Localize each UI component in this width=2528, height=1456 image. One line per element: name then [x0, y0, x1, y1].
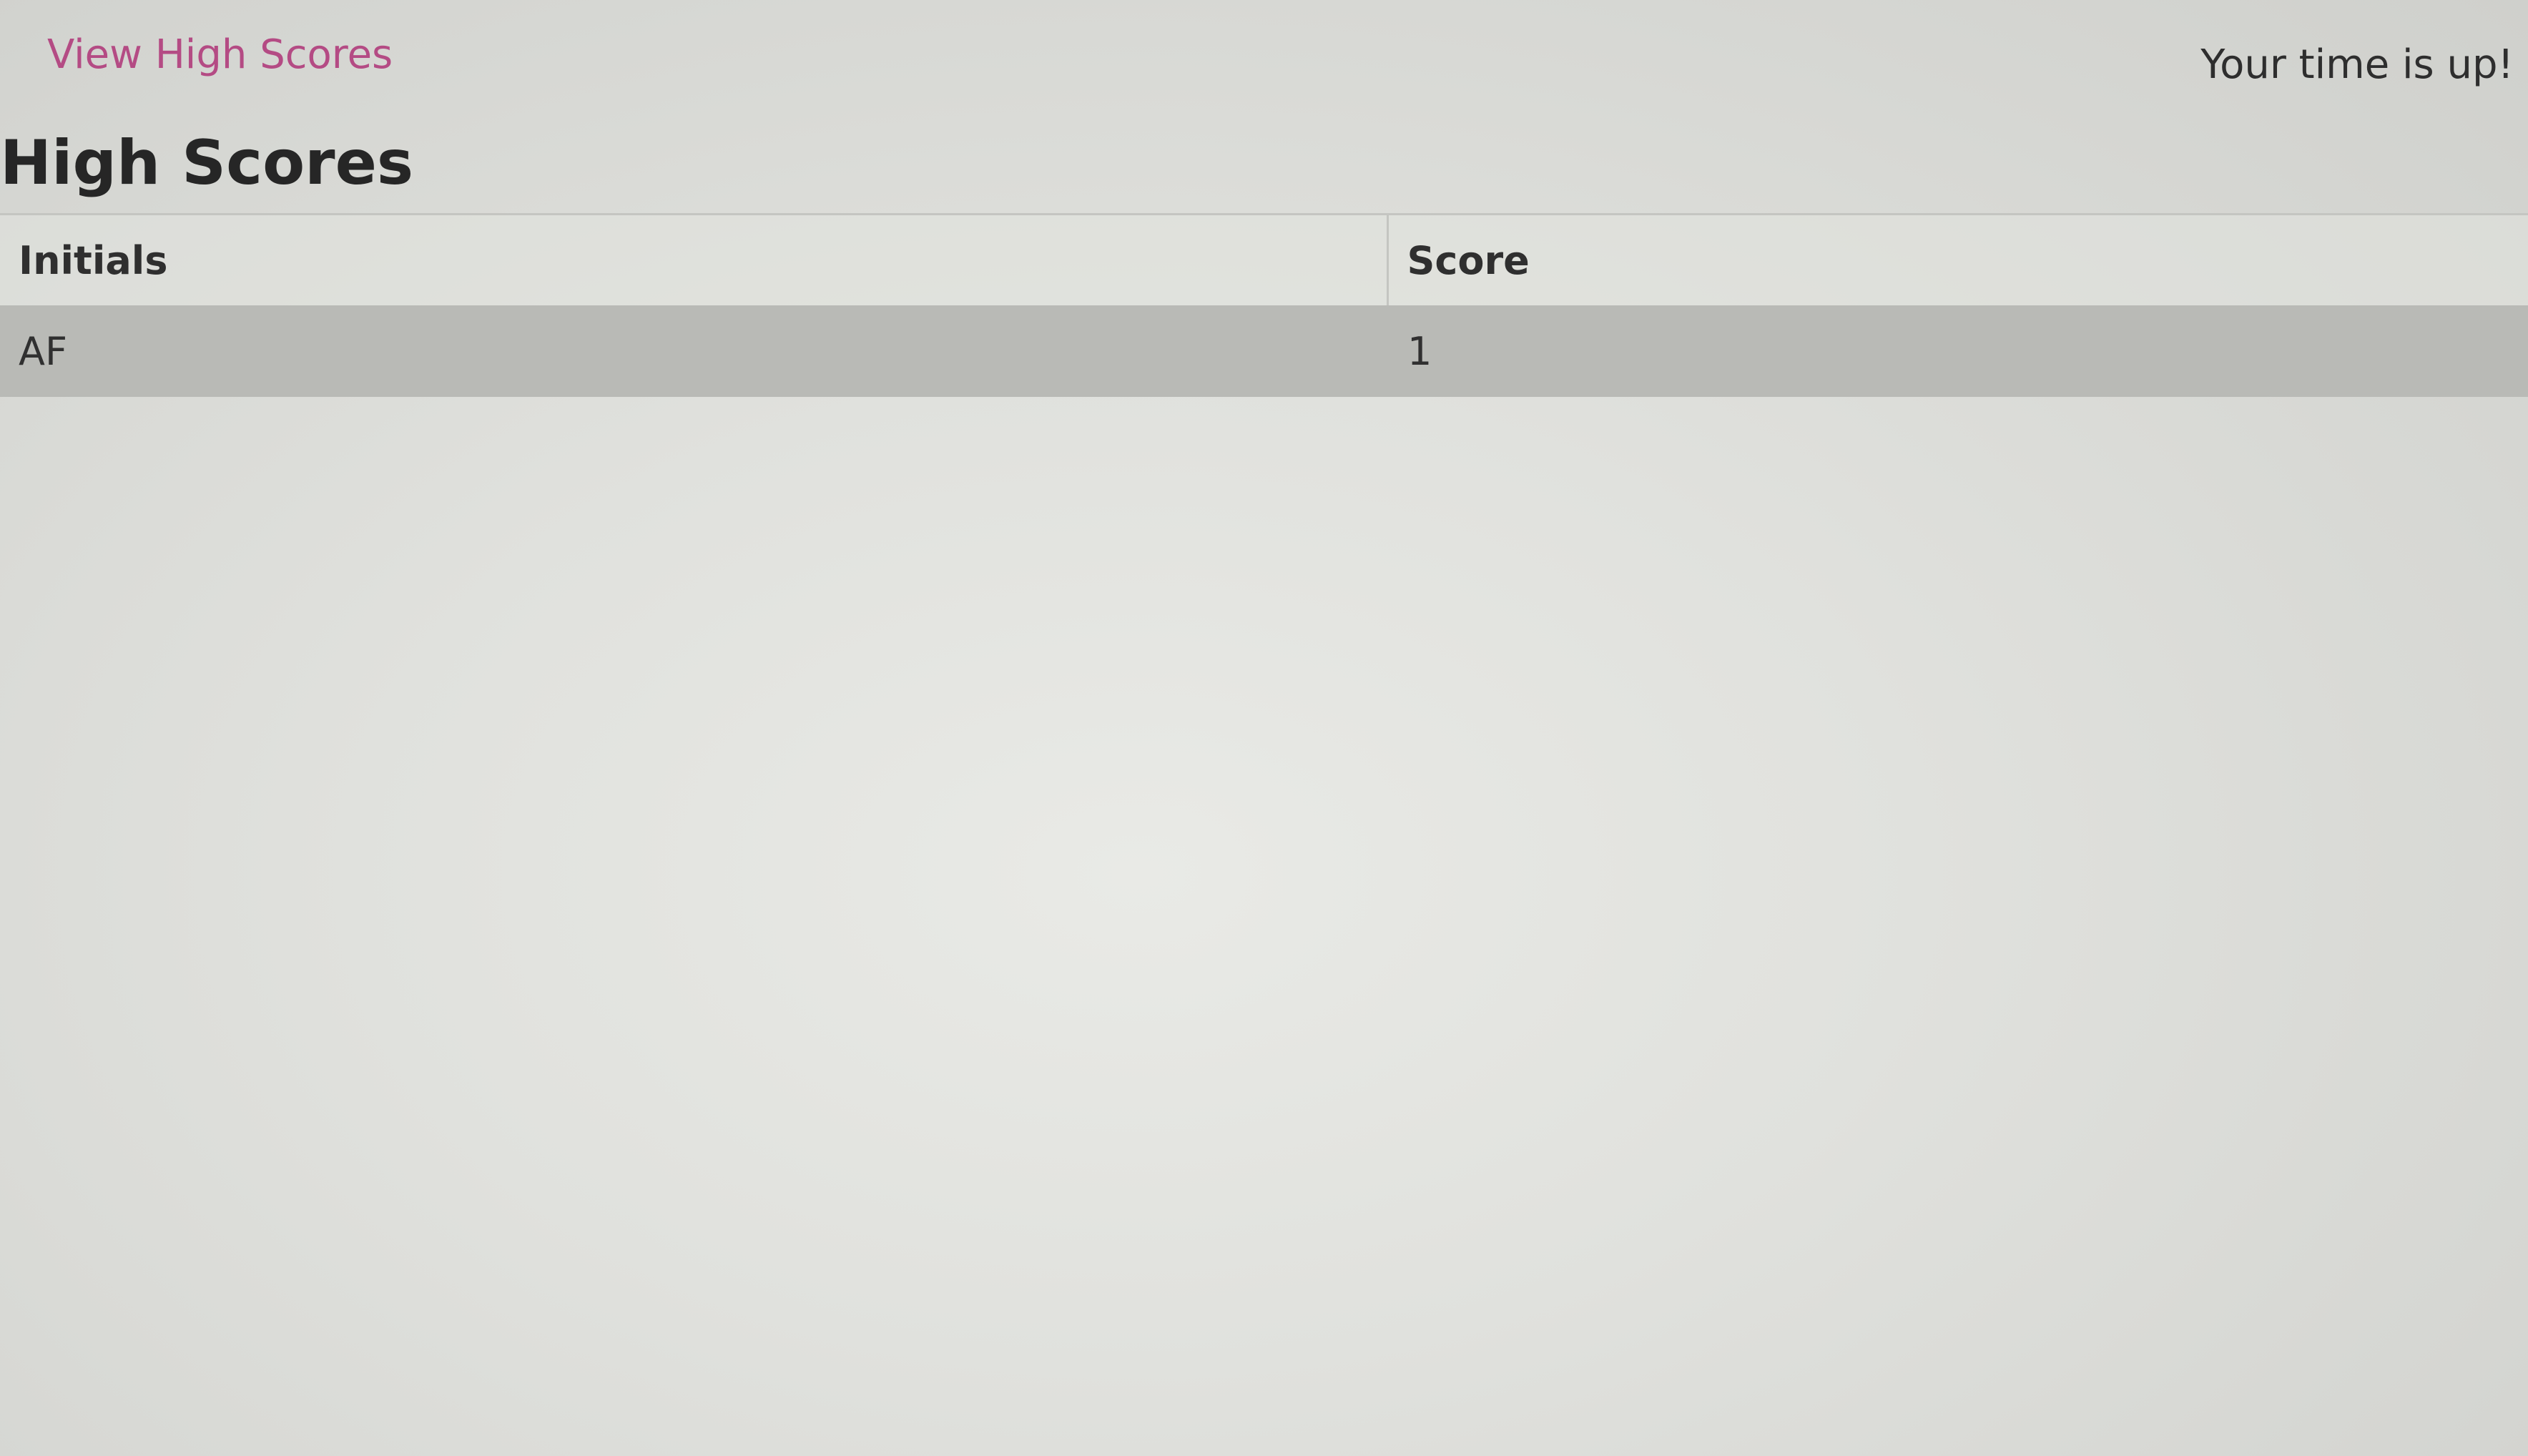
view-high-scores-link[interactable]: View High Scores: [47, 31, 393, 78]
page-screen: View High Scores Your time is up! High S…: [0, 0, 2528, 1456]
table-body: AF 1: [0, 305, 2528, 397]
table-row: AF 1: [0, 305, 2528, 397]
timer-message: Your time is up!: [2200, 41, 2514, 88]
column-header-score: Score: [1386, 213, 2528, 305]
table-header-row: Initials Score: [0, 213, 2528, 305]
page-title: High Scores: [0, 127, 414, 199]
column-header-initials: Initials: [0, 213, 1387, 305]
cell-score: 1: [1387, 305, 2528, 397]
cell-initials: AF: [0, 305, 1387, 397]
table-header: Initials Score: [0, 213, 2528, 305]
high-scores-table: Initials Score AF 1: [0, 213, 2528, 397]
